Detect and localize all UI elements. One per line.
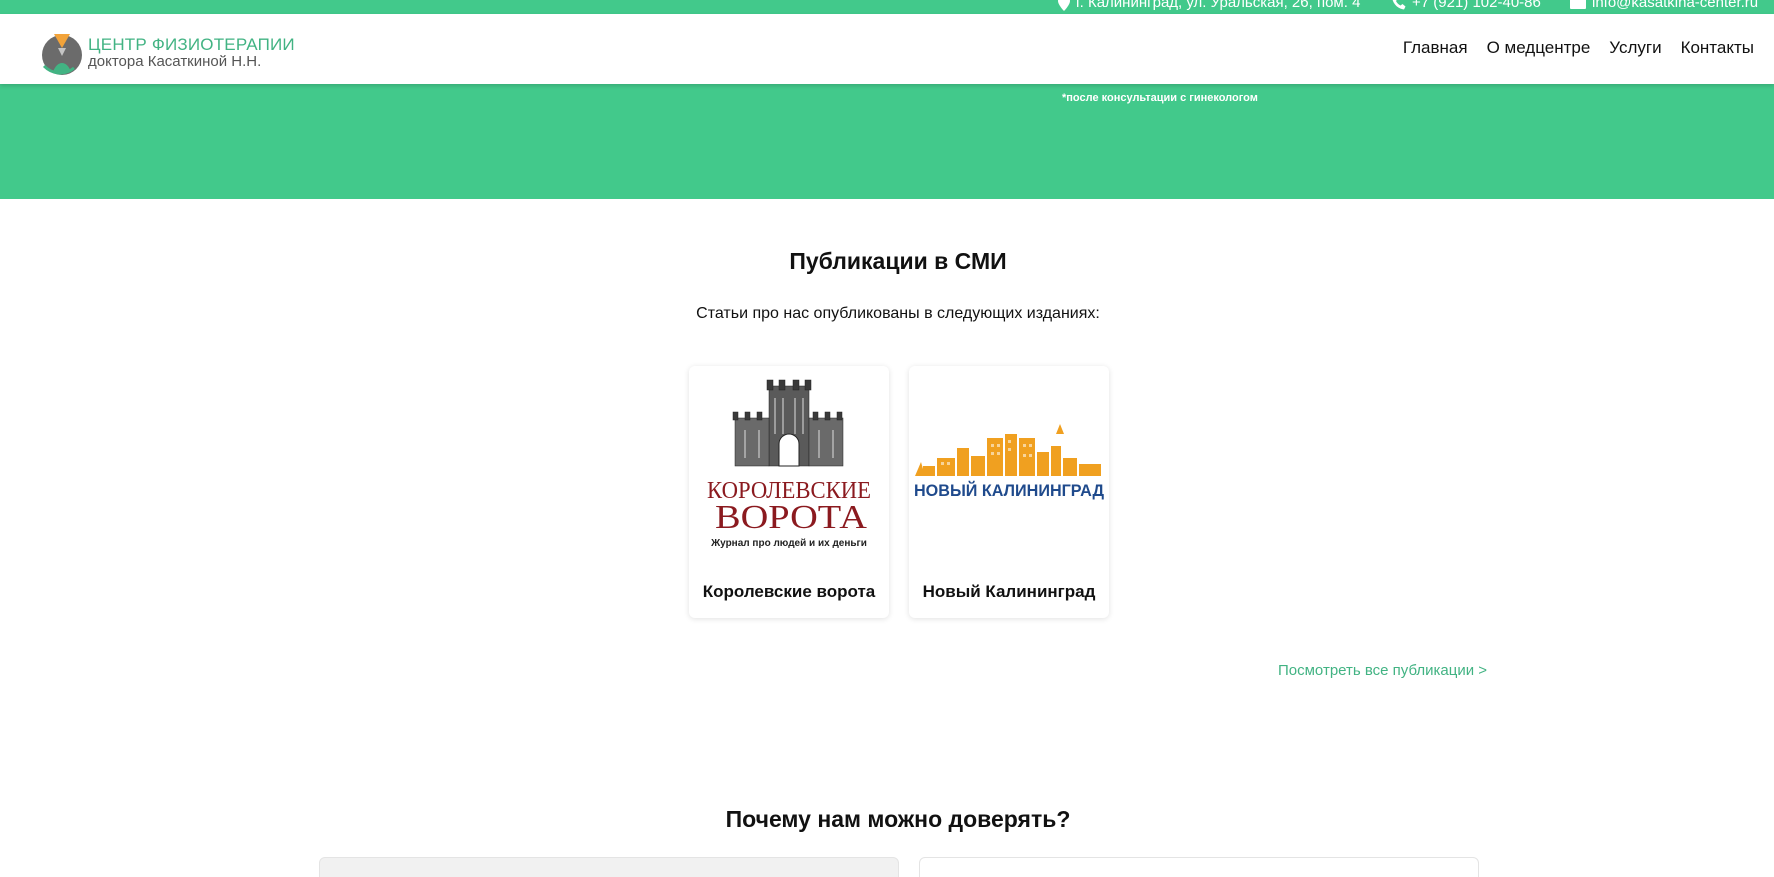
address-link[interactable]: г. Калининград, ул. Уральская, 26, пом. …: [1058, 0, 1360, 11]
kv-logo-line2: ВОРОТА: [715, 499, 867, 536]
main-nav: Главная О медцентре Услуги Контакты: [1384, 38, 1754, 58]
phone-text: +7 (921) 102-40-86: [1412, 0, 1541, 11]
trust-heading: Почему нам можно доверять?: [725, 806, 1071, 832]
publication-card-korolevskie-vorota[interactable]: КОРОЛЕВСКИЕ ВОРОТА Журнал про людей и их…: [689, 366, 889, 618]
top-contact-bar: г. Калининград, ул. Уральская, 26, пом. …: [0, 0, 1774, 14]
email-link[interactable]: info@kasatkina-center.ru: [1570, 0, 1758, 11]
trust-card: [919, 857, 1479, 877]
address-text: г. Калининград, ул. Уральская, 26, пом. …: [1076, 0, 1361, 11]
nav-item-about[interactable]: О медцентре: [1487, 38, 1591, 58]
kv-logo-tagline: Журнал про людей и их деньги: [710, 538, 867, 549]
nav-item-contacts[interactable]: Контакты: [1681, 38, 1754, 58]
logo-hourglass-icon: [42, 34, 82, 75]
publication-card-novyi-kaliningrad[interactable]: НОВЫЙ КАЛИНИНГРАД Новый Калининград: [909, 366, 1109, 618]
nav-item-services[interactable]: Услуги: [1609, 38, 1661, 58]
novyi-kaliningrad-logo: НОВЫЙ КАЛИНИНГРАД: [914, 424, 1104, 500]
email-text: info@kasatkina-center.ru: [1592, 0, 1759, 11]
hero-footnote: *после консультации с гинекологом: [1062, 92, 1258, 104]
nk-logo-text: НОВЫЙ КАЛИНИНГРАД: [914, 481, 1104, 500]
nav-item-home[interactable]: Главная: [1403, 38, 1468, 58]
korolevskie-vorota-logo: КОРОЛЕВСКИЕ ВОРОТА Журнал про людей и их…: [707, 379, 871, 549]
map-pin-icon: [1058, 0, 1070, 11]
phone-icon: [1392, 0, 1406, 9]
phone-link[interactable]: +7 (921) 102-40-86: [1392, 0, 1541, 11]
site-header: ЦЕНТР ФИЗИОТЕРАПИИ доктора Касаткиной Н.…: [0, 14, 1774, 84]
mail-icon: [1570, 0, 1586, 9]
publications-subheading: Статьи про нас опубликованы в следующих …: [696, 305, 1100, 322]
site-logo[interactable]: ЦЕНТР ФИЗИОТЕРАПИИ доктора Касаткиной Н.…: [40, 28, 295, 78]
publications-heading: Публикации в СМИ: [789, 248, 1007, 274]
view-all-publications-link[interactable]: Посмотреть все публикации >: [1278, 662, 1487, 679]
logo-subtitle: доктора Касаткиной Н.Н.: [88, 53, 262, 71]
publication-name: Новый Калининград: [922, 582, 1096, 601]
hero-banner: *после консультации с гинекологом: [0, 84, 1774, 199]
publication-name: Королевские ворота: [702, 582, 876, 601]
trust-card: [319, 857, 899, 877]
logo-title: ЦЕНТР ФИЗИОТЕРАПИИ: [88, 35, 295, 55]
